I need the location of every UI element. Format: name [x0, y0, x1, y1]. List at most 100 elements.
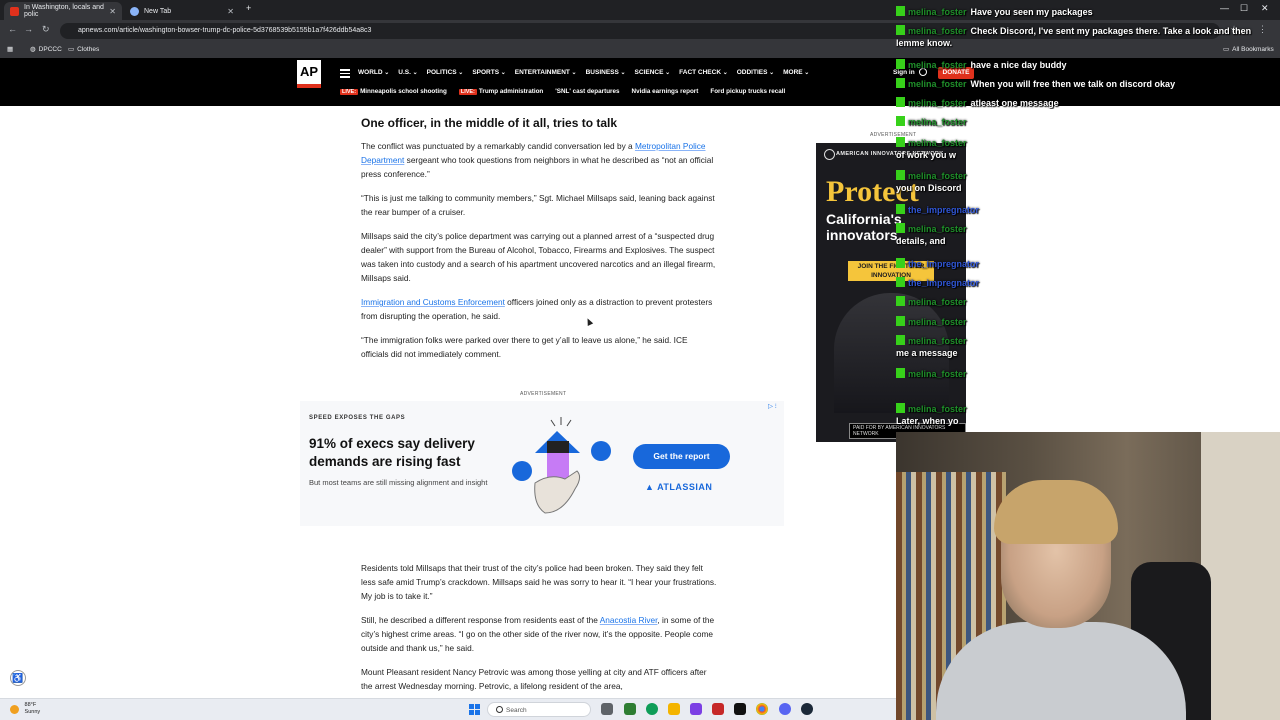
chat-username: the_impregnator [908, 259, 980, 269]
bookmark-clothes[interactable]: ▭ Clothes [68, 45, 100, 54]
subnav-label: Minneapolis school shooting [360, 88, 447, 95]
chat-username: melina_foster [908, 26, 967, 36]
streamer-hair [994, 480, 1118, 544]
door [1201, 432, 1280, 720]
tab-ap-article[interactable]: In Washington, locals and polic ✕ [4, 2, 122, 20]
nav-item-science[interactable]: SCIENCE [635, 69, 671, 76]
subnav-item-snl[interactable]: 'SNL' cast departures [555, 88, 619, 95]
nav-item-oddities[interactable]: ODDITIES [737, 69, 774, 76]
hamburger-menu-icon[interactable] [340, 69, 350, 80]
bookmark-label: DPCCC [38, 45, 62, 53]
search-icon [496, 706, 503, 713]
copilot-icon[interactable] [646, 703, 658, 715]
chat-message: melina_foster [896, 116, 1276, 128]
discord-icon[interactable] [779, 703, 791, 715]
chat-username: melina_foster [908, 117, 967, 127]
nav-item-entertainment[interactable]: ENTERTAINMENT [515, 69, 577, 76]
chat-text-cont: of work you w [896, 150, 957, 160]
chat-username: melina_foster [908, 79, 967, 89]
article-body-upper: One officer, in the middle of it all, tr… [361, 108, 717, 371]
subnav-item-minneapolis[interactable]: LIVE: Minneapolis school shooting [340, 88, 447, 95]
article-paragraph: “This is just me talking to community me… [361, 193, 715, 217]
task-view-icon[interactable] [601, 703, 613, 715]
article-paragraph: Still, he described a different response… [361, 613, 717, 655]
bookmark-dpccc[interactable]: ◍ DPCCC [30, 45, 62, 54]
new-tab-button[interactable]: + [246, 3, 251, 13]
globe-icon: ◍ [30, 46, 36, 53]
stream-chat-overlay: melina_foster Have you seen my packages m… [894, 2, 1280, 432]
nav-item-fact-check[interactable]: FACT CHECK [679, 69, 728, 76]
chat-username: melina_foster [908, 98, 967, 108]
reload-icon[interactable]: ↻ [42, 24, 50, 35]
windows-start-icon[interactable] [469, 704, 480, 715]
apps-icon[interactable]: ▦ [7, 45, 13, 53]
subnav-item-ford[interactable]: Ford pickup trucks recall [710, 88, 785, 95]
minecraft-icon[interactable] [624, 703, 636, 715]
tab-label: In Washington, locals and polic [24, 4, 104, 18]
kick-badge-icon [896, 277, 905, 287]
article-paragraph: The conflict was punctuated by a remarka… [361, 139, 717, 181]
ap-favicon-icon [10, 6, 19, 16]
chat-username: melina_foster [908, 171, 967, 181]
nav-item-sports[interactable]: SPORTS [472, 69, 505, 76]
bookmark-label: Clothes [77, 45, 100, 53]
article-paragraph: “The immigration folks were parked over … [361, 335, 688, 359]
chat-message: melina_foster Have you seen my packages [896, 6, 1276, 18]
subnav-item-trump[interactable]: LIVE: Trump administration [458, 88, 543, 95]
nav-item-world[interactable]: WORLD [358, 69, 389, 76]
kick-badge-icon [896, 170, 905, 180]
nav-item-more[interactable]: MORE [783, 69, 809, 76]
chat-username: melina_foster [908, 138, 967, 148]
weather-widget[interactable]: 88°F Sunny [10, 702, 40, 716]
chat-text: Have you seen my packages [970, 7, 1093, 17]
back-icon[interactable]: ← [8, 24, 17, 34]
ap-logo[interactable]: AP [297, 60, 321, 88]
article-paragraph: Mount Pleasant resident Nancy Petrovic w… [361, 667, 707, 691]
close-icon[interactable]: ✕ [227, 7, 234, 16]
chat-message: melina_foster [896, 368, 1276, 380]
steam-icon[interactable] [801, 703, 813, 715]
live-badge: LIVE: [340, 89, 359, 95]
nav-item-us[interactable]: U.S. [398, 69, 417, 76]
section-heading: One officer, in the middle of it all, tr… [361, 116, 618, 130]
kick-badge-icon [896, 368, 905, 378]
ad-subtext: But most teams are still missing alignme… [309, 478, 488, 487]
chat-username: melina_foster [908, 336, 967, 346]
atlassian-ad[interactable]: ▷ ⁝ SPEED EXPOSES THE GAPS 91% of execs … [300, 401, 784, 526]
tab-label: New Tab [144, 7, 172, 15]
nav-item-politics[interactable]: POLITICS [427, 69, 464, 76]
kick-badge-icon [896, 116, 905, 126]
kick-badge-icon [896, 97, 905, 107]
red-app-icon[interactable] [712, 703, 724, 715]
paragraph-text: sergeant who took questions from neighbo… [361, 155, 714, 179]
nav-item-business[interactable]: BUSINESS [586, 69, 626, 76]
chat-text: atleast one message [970, 98, 1059, 108]
forward-icon[interactable]: → [24, 24, 33, 34]
link-anacostia-river[interactable]: Anacostia River [600, 615, 658, 625]
sun-icon [10, 704, 19, 714]
article-body-lower: Residents told Millsaps that their trust… [361, 561, 717, 703]
link-ice[interactable]: Immigration and Customs Enforcement [361, 297, 505, 307]
kick-badge-icon [896, 78, 905, 88]
chat-message: the_impregnator [896, 258, 1276, 270]
sub-nav: LIVE: Minneapolis school shooting LIVE: Tr… [340, 88, 785, 95]
get-report-button[interactable]: Get the report [633, 444, 730, 469]
paragraph-text: Still, he described a different response… [361, 615, 600, 625]
chat-message: melina_fosterme a message [896, 335, 1276, 361]
chat-username: melina_foster [908, 224, 967, 234]
subnav-item-nvidia[interactable]: Nvidia earnings report [632, 88, 699, 95]
chrome-icon[interactable] [756, 703, 768, 715]
close-icon[interactable]: ✕ [109, 7, 116, 16]
chat-text-cont: me a message [896, 348, 958, 358]
adchoices-icon[interactable]: ▷ ⁝ [768, 402, 777, 410]
chat-text-cont: details, and [896, 236, 946, 246]
file-explorer-icon[interactable] [668, 703, 680, 715]
chat-message: melina_foster you on Discord [896, 170, 1276, 196]
chat-message: melina_foster Later, when yo [896, 403, 1276, 429]
terminal-app-icon[interactable] [734, 703, 746, 715]
tab-new-tab[interactable]: New Tab ✕ [124, 2, 240, 20]
chat-message: melina_foster atleast one message [896, 97, 1276, 109]
accessibility-icon[interactable]: ♿ [10, 670, 26, 686]
purple-app-icon[interactable] [690, 703, 702, 715]
live-badge: LIVE: [458, 89, 477, 95]
